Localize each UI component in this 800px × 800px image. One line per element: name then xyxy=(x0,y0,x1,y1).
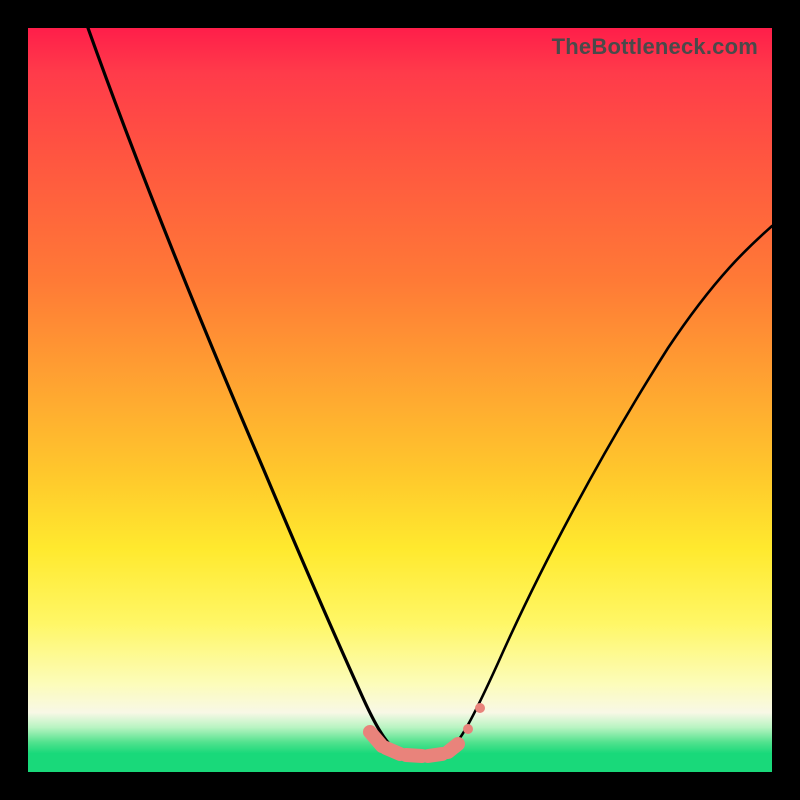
chart-plot-area: TheBottleneck.com xyxy=(28,28,772,772)
curve-right xyxy=(446,226,772,754)
curve-left xyxy=(88,28,403,754)
chart-curves xyxy=(28,28,772,772)
basin-markers xyxy=(370,703,485,756)
chart-frame: TheBottleneck.com xyxy=(0,0,800,800)
